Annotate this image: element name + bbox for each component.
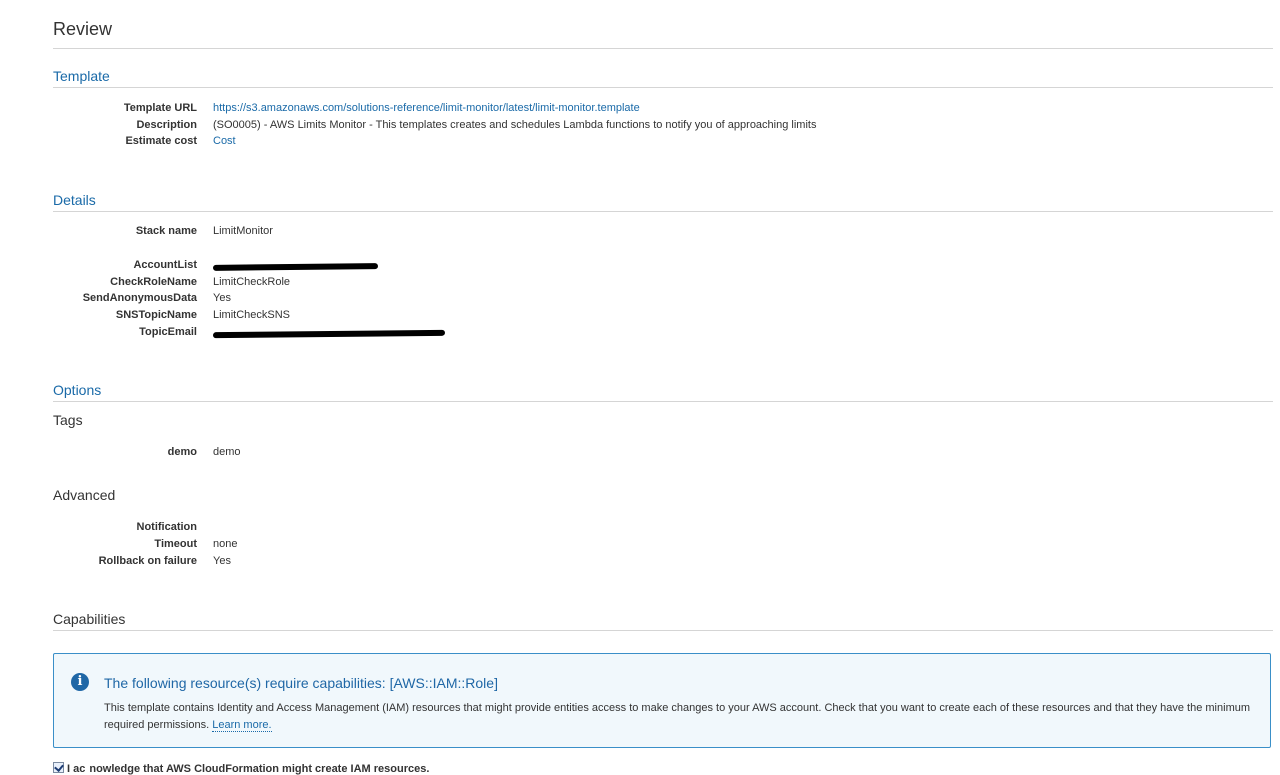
acknowledge-text-suffix: nowledge that AWS CloudFormation might c… xyxy=(89,763,430,775)
tag-value: demo xyxy=(213,446,241,458)
send-anonymous-data-label: SendAnonymousData xyxy=(82,292,197,304)
capabilities-heading: Capabilities xyxy=(53,611,126,627)
learn-more-link[interactable]: Learn more. xyxy=(212,719,272,732)
topic-email-value xyxy=(212,324,446,340)
sns-topic-name-label: SNSTopicName xyxy=(115,309,197,321)
timeout-value: none xyxy=(213,538,238,550)
description-value: (SO0005) - AWS Limits Monitor - This tem… xyxy=(213,119,817,131)
divider xyxy=(53,630,1273,631)
estimate-cost-label: Estimate cost xyxy=(125,135,197,147)
divider xyxy=(53,87,1273,88)
capabilities-alert: i The following resource(s) require capa… xyxy=(53,653,1271,748)
tag-key: demo xyxy=(167,446,197,458)
advanced-heading: Advanced xyxy=(53,487,116,503)
check-role-name-value: LimitCheckRole xyxy=(213,276,291,288)
review-page: Review Template Template URL https://s3.… xyxy=(0,0,1280,775)
redaction-mark xyxy=(212,263,379,271)
redaction-mark xyxy=(212,329,446,339)
divider xyxy=(53,48,1273,49)
page-title: Review xyxy=(53,19,113,39)
tags-heading: Tags xyxy=(53,412,83,428)
send-anonymous-data-value: Yes xyxy=(213,292,231,304)
check-role-name-label: CheckRoleName xyxy=(110,276,197,288)
timeout-label: Timeout xyxy=(154,538,197,550)
acknowledge-checkbox[interactable] xyxy=(53,762,64,773)
section-options-title: Options xyxy=(53,382,102,398)
divider xyxy=(53,211,1273,212)
section-details-title: Details xyxy=(53,192,96,208)
section-template-title: Template xyxy=(53,68,110,84)
stack-name-label: Stack name xyxy=(135,225,197,237)
description-label: Description xyxy=(136,119,197,131)
template-url-link[interactable]: https://s3.amazonaws.com/solutions-refer… xyxy=(213,100,640,116)
rollback-on-failure-label: Rollback on failure xyxy=(98,555,197,567)
template-url-label: Template URL xyxy=(123,102,197,114)
alert-body: This template contains Identity and Acce… xyxy=(104,700,1254,734)
acknowledge-checkbox-row[interactable]: I ac nowledge that AWS CloudFormation mig… xyxy=(53,762,429,775)
info-icon: i xyxy=(71,673,89,691)
account-list-label: AccountList xyxy=(133,259,197,271)
cost-link[interactable]: Cost xyxy=(213,133,236,149)
account-list-value xyxy=(212,257,379,273)
topic-email-label: TopicEmail xyxy=(139,326,197,338)
stack-name-value: LimitMonitor xyxy=(213,225,273,237)
divider xyxy=(53,401,1273,402)
acknowledge-text-prefix: I ac xyxy=(67,763,86,775)
alert-body-text: This template contains Identity and Acce… xyxy=(104,702,1251,731)
notification-label: Notification xyxy=(136,521,198,533)
sns-topic-name-value: LimitCheckSNS xyxy=(213,309,291,321)
rollback-on-failure-value: Yes xyxy=(213,555,231,567)
alert-title: The following resource(s) require capabi… xyxy=(104,675,498,691)
